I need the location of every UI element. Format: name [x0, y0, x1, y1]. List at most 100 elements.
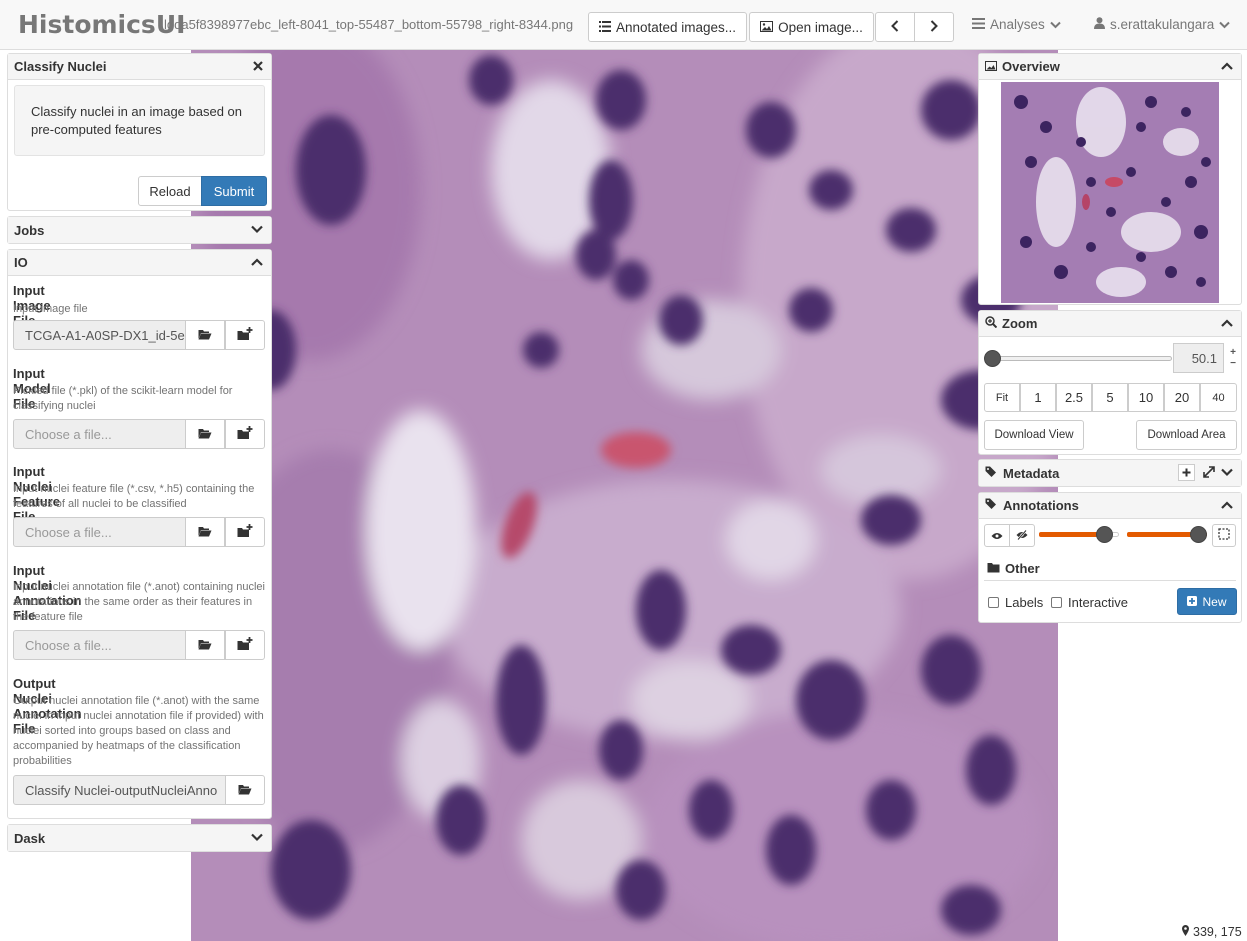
annotated-images-button[interactable]: Annotated images...: [588, 12, 747, 42]
classify-nuclei-panel: Classify Nuclei Classify nuclei in an im…: [7, 53, 272, 211]
plus-icon: [1182, 468, 1191, 477]
zoom-10-button[interactable]: 10: [1128, 383, 1164, 412]
hide-all-button[interactable]: [1009, 524, 1035, 547]
zoom-slider[interactable]: [984, 350, 1173, 367]
navbar: HistomicsUI ldda5f8398977ebc_left-8041_t…: [0, 0, 1247, 50]
panel-title: Metadata: [1003, 465, 1060, 481]
new-annotation-button[interactable]: New: [1177, 588, 1237, 615]
panel-title: Jobs: [14, 222, 45, 238]
input-annotation-help: Input nuclei annotation file (*.anot) co…: [13, 581, 265, 623]
brand-logo[interactable]: HistomicsUI: [18, 10, 185, 39]
panel-title: Classify Nuclei: [14, 59, 107, 74]
labels-label: Labels: [1005, 595, 1044, 610]
input-annotation-field[interactable]: Choose a file...: [13, 630, 186, 660]
zoom-1-button[interactable]: 1: [1020, 383, 1056, 412]
user-name: s.erattakulangara: [1110, 17, 1215, 32]
previous-image-button[interactable]: [875, 12, 915, 42]
user-menu[interactable]: s.erattakulangara: [1094, 17, 1231, 32]
chevron-right-icon: [930, 19, 938, 35]
input-image-field[interactable]: TCGA-A1-A0SP-DX1_id-5ea: [13, 320, 186, 350]
zoom-in-icon: [985, 316, 998, 331]
zoom-increment-icon[interactable]: +: [1228, 347, 1238, 358]
plus-square-icon: [1187, 595, 1198, 609]
chevron-up-icon: [1221, 498, 1233, 513]
zoom-fit-button[interactable]: Fit: [984, 383, 1020, 412]
upload-button[interactable]: [225, 320, 265, 350]
zoom-stepper[interactable]: + −: [1228, 347, 1238, 369]
output-annotation-help: Output nuclei annotation file (*.anot) w…: [13, 695, 264, 767]
zoom-header[interactable]: Zoom: [979, 311, 1241, 337]
folder-plus-icon: [237, 636, 253, 654]
close-icon[interactable]: [253, 59, 263, 74]
download-view-button[interactable]: Download View: [984, 420, 1084, 450]
overview-thumbnail[interactable]: [1001, 82, 1219, 303]
opacity-slider-handle[interactable]: [1095, 526, 1113, 543]
zoom-40-button[interactable]: 40: [1200, 383, 1237, 412]
input-feature-field[interactable]: Choose a file...: [13, 517, 186, 547]
select-region-button[interactable]: [1212, 524, 1236, 547]
folder-plus-icon: [237, 326, 253, 344]
io-header[interactable]: IO: [8, 250, 271, 276]
jobs-header[interactable]: Jobs: [8, 217, 271, 243]
browse-button[interactable]: [225, 775, 265, 805]
download-area-button[interactable]: Download Area: [1136, 420, 1237, 450]
chevron-up-icon: [1221, 59, 1233, 74]
overview-header[interactable]: Overview: [979, 54, 1241, 80]
interactive-checkbox[interactable]: [1051, 597, 1062, 608]
panel-title: Dask: [14, 830, 46, 846]
upload-button[interactable]: [225, 419, 265, 449]
input-model-field[interactable]: Choose a file...: [13, 419, 186, 449]
interactive-toggle[interactable]: Interactive: [1051, 595, 1128, 610]
map-marker-icon: [1182, 925, 1189, 939]
upload-button[interactable]: [225, 630, 265, 660]
analyses-menu[interactable]: Analyses: [972, 17, 1061, 32]
browse-button[interactable]: [185, 517, 225, 547]
labels-toggle[interactable]: Labels: [988, 595, 1043, 610]
zoom-slider-handle[interactable]: [984, 350, 1001, 367]
image-icon: [760, 20, 774, 35]
coords-text: 339, 175: [1193, 925, 1242, 939]
input-image-help: Input image file: [13, 303, 88, 315]
open-image-button[interactable]: Open image...: [749, 12, 874, 42]
expand-icon[interactable]: [1203, 466, 1215, 481]
zoom-20-button[interactable]: 20: [1164, 383, 1200, 412]
fill-opacity-slider[interactable]: [1127, 526, 1207, 544]
output-annotation-field[interactable]: Classify Nuclei-outputNucleiAnno: [13, 775, 226, 805]
cursor-coordinates: 339, 175: [1176, 923, 1247, 941]
folder-open-icon: [198, 525, 212, 540]
opacity-slider[interactable]: [1039, 526, 1119, 544]
metadata-header[interactable]: Metadata: [979, 460, 1241, 486]
folder-open-icon: [198, 328, 212, 343]
chevron-down-icon: [1221, 465, 1233, 480]
analyses-label: Analyses: [990, 17, 1045, 32]
upload-button[interactable]: [225, 517, 265, 547]
annotation-group-other[interactable]: Other: [987, 561, 1040, 576]
zoom-value[interactable]: 50.1: [1173, 343, 1224, 373]
chevron-down-icon: [251, 222, 263, 237]
image-viewer[interactable]: [191, 50, 1058, 941]
show-all-button[interactable]: [984, 524, 1010, 547]
zoom-decrement-icon[interactable]: −: [1228, 358, 1238, 369]
panel-title: Annotations: [1003, 498, 1079, 513]
add-metadata-button[interactable]: [1178, 464, 1195, 481]
annotations-header[interactable]: Annotations: [979, 493, 1241, 519]
chevron-left-icon: [891, 19, 899, 35]
browse-button[interactable]: [185, 320, 225, 350]
reload-button[interactable]: Reload: [138, 176, 202, 206]
jobs-panel[interactable]: Jobs: [7, 216, 272, 244]
description-box: Classify nuclei in an image based on pre…: [14, 85, 265, 156]
new-label: New: [1202, 594, 1227, 609]
submit-button[interactable]: Submit: [201, 176, 267, 206]
dask-panel[interactable]: Dask: [7, 824, 272, 852]
folder-open-icon: [238, 783, 252, 798]
zoom-5-button[interactable]: 5: [1092, 383, 1128, 412]
metadata-panel[interactable]: Metadata: [978, 459, 1242, 487]
dask-header[interactable]: Dask: [8, 825, 271, 851]
zoom-2-5-button[interactable]: 2.5: [1056, 383, 1092, 412]
labels-checkbox[interactable]: [988, 597, 999, 608]
browse-button[interactable]: [185, 419, 225, 449]
fill-opacity-slider-handle[interactable]: [1190, 526, 1207, 543]
next-image-button[interactable]: [914, 12, 954, 42]
browse-button[interactable]: [185, 630, 225, 660]
user-icon: [1094, 17, 1105, 32]
